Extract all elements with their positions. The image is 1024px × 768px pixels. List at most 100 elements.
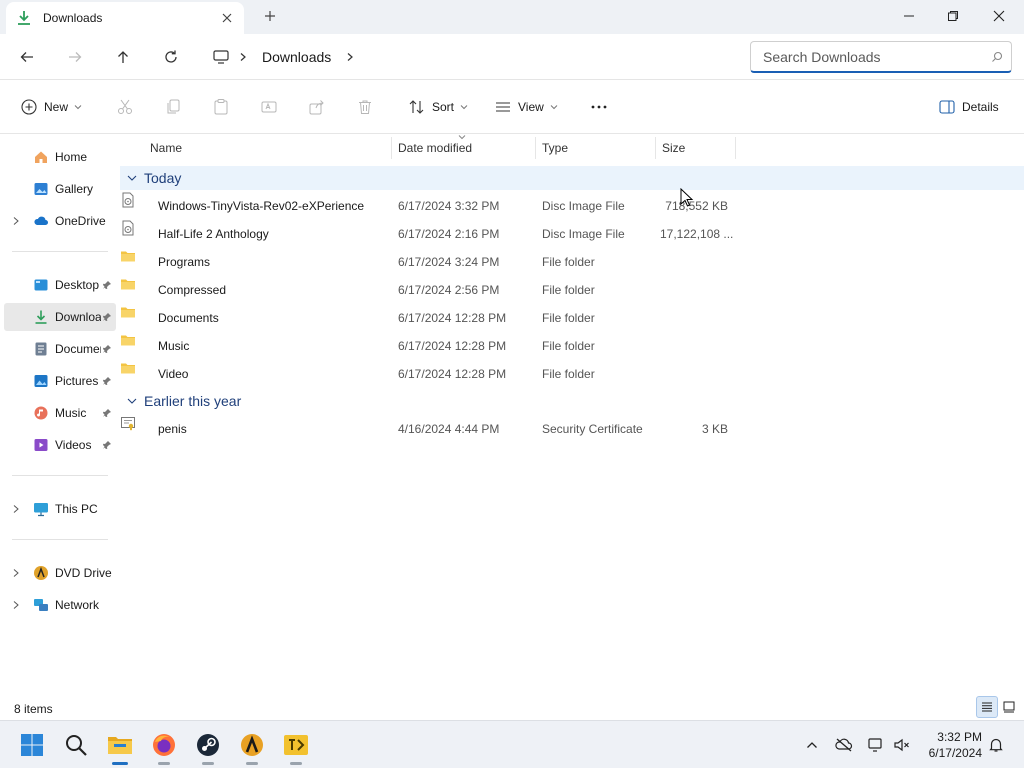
arrow-up-icon [118, 51, 128, 63]
file-row[interactable]: Programs 6/17/2024 3:24 PM File folder [120, 248, 1024, 276]
sidebar-item-this-pc[interactable]: This PC [0, 495, 118, 523]
paste-button[interactable] [212, 97, 230, 117]
file-row[interactable]: Video 6/17/2024 12:28 PM File folder [120, 360, 1024, 388]
sort-button[interactable]: Sort [408, 97, 468, 117]
maximize-button[interactable] [942, 6, 964, 26]
pin-icon[interactable] [102, 280, 112, 290]
breadcrumb[interactable]: Downloads [212, 46, 355, 68]
file-row[interactable]: Windows-TinyVista-Rev02-eXPerience 6/17/… [120, 192, 1024, 220]
group-header-earlier-this-year[interactable]: Earlier this year [120, 389, 241, 413]
column-header-type[interactable]: Type [542, 135, 568, 161]
column-divider[interactable] [735, 137, 736, 159]
sidebar-item-dvd-drive[interactable]: DVD Drive ( [0, 559, 118, 587]
column-divider[interactable] [535, 137, 536, 159]
folder-icon [121, 363, 135, 374]
details-pane-button[interactable]: Details [938, 97, 999, 117]
chevron-right-icon[interactable] [10, 215, 22, 227]
speaker-muted-icon [894, 738, 909, 752]
forward-button[interactable] [65, 47, 85, 67]
copy-button[interactable] [164, 97, 182, 117]
refresh-icon [165, 50, 177, 63]
restore-icon [948, 11, 958, 21]
pin-icon[interactable] [102, 312, 112, 322]
file-row[interactable]: Compressed 6/17/2024 2:56 PM File folder [120, 276, 1024, 304]
search-box[interactable] [750, 41, 1012, 73]
folder-icon [121, 335, 135, 346]
column-divider[interactable] [655, 137, 656, 159]
sidebar-item-gallery[interactable]: Gallery [0, 175, 118, 203]
tiles-view-toggle[interactable] [998, 696, 1020, 718]
volume-tray-button[interactable] [892, 735, 912, 755]
network-tray-button[interactable] [866, 735, 886, 755]
refresh-button[interactable] [161, 47, 181, 67]
running-indicator [246, 762, 258, 765]
pin-icon[interactable] [102, 376, 112, 386]
group-header-today[interactable]: Today [120, 166, 1024, 190]
share-icon [309, 100, 324, 115]
more-options-button[interactable] [590, 97, 608, 117]
back-button[interactable] [17, 47, 37, 67]
minimize-button[interactable] [898, 6, 920, 26]
sidebar-item-videos[interactable]: Videos [0, 431, 118, 459]
file-list: Name Date modified Type Size Today Windo… [120, 135, 1024, 695]
pin-icon[interactable] [102, 408, 112, 418]
up-button[interactable] [113, 47, 133, 67]
taskbar-firefox[interactable] [148, 729, 180, 765]
details-view-toggle[interactable] [976, 696, 998, 718]
close-button[interactable] [988, 6, 1010, 26]
pin-icon[interactable] [102, 440, 112, 450]
file-row[interactable]: Half-Life 2 Anthology 6/17/2024 2:16 PM … [120, 220, 1024, 248]
breadcrumb-downloads[interactable]: Downloads [262, 49, 331, 65]
sidebar-item-onedrive[interactable]: OneDrive [0, 207, 118, 235]
file-row[interactable]: Documents 6/17/2024 12:28 PM File folder [120, 304, 1024, 332]
sidebar-item-documents[interactable]: Documents [0, 335, 118, 363]
taskbar-archiver[interactable] [280, 729, 312, 765]
view-button[interactable]: View [494, 97, 558, 117]
chevron-right-icon[interactable] [10, 567, 22, 579]
show-hidden-icons-button[interactable] [802, 735, 822, 755]
chevron-down-icon [550, 105, 558, 110]
system-clock[interactable]: 3:32 PM 6/17/2024 [920, 729, 982, 761]
file-row[interactable]: penis 4/16/2024 4:44 PM Security Certifi… [120, 415, 1024, 443]
column-divider[interactable] [391, 137, 392, 159]
command-bar: New Sort View Details [0, 80, 1024, 134]
chevron-right-icon[interactable] [345, 52, 355, 62]
tab-downloads[interactable]: Downloads [6, 2, 244, 34]
close-tab-icon[interactable] [220, 11, 234, 25]
new-button[interactable]: New [20, 97, 82, 117]
file-row[interactable]: Music 6/17/2024 12:28 PM File folder [120, 332, 1024, 360]
sidebar-item-label: This PC [55, 502, 98, 516]
search-input[interactable] [763, 48, 991, 65]
onedrive-tray-button[interactable] [834, 735, 854, 755]
taskbar-half-life-2[interactable] [236, 729, 268, 765]
sidebar-item-home[interactable]: Home [0, 143, 118, 171]
delete-button[interactable] [356, 97, 374, 117]
column-header-name[interactable]: Name [150, 135, 182, 161]
chevron-right-icon[interactable] [10, 503, 22, 515]
new-tab-icon[interactable] [262, 8, 278, 24]
chevron-right-icon[interactable] [10, 599, 22, 611]
sidebar-item-pictures[interactable]: Pictures [0, 367, 118, 395]
share-button[interactable] [308, 97, 326, 117]
sidebar-item-label: Home [55, 150, 88, 164]
sidebar-item-desktop[interactable]: Desktop [0, 271, 118, 299]
taskbar-file-explorer[interactable] [104, 729, 136, 765]
notifications-button[interactable] [986, 735, 1006, 755]
sidebar-item-network[interactable]: Network [0, 591, 118, 619]
sort-icon [409, 100, 424, 114]
chevron-right-icon[interactable] [238, 52, 248, 62]
sidebar-item-downloads[interactable]: Downloads [4, 303, 116, 331]
cut-button[interactable] [116, 97, 134, 117]
sidebar-item-music[interactable]: Music [0, 399, 118, 427]
list-view-icon [496, 102, 510, 112]
pin-icon[interactable] [102, 344, 112, 354]
clipboard-icon [214, 99, 228, 115]
bell-icon [989, 738, 1003, 752]
network-status-icon [868, 738, 882, 752]
taskbar-steam[interactable] [192, 729, 224, 765]
start-button[interactable] [16, 729, 48, 761]
column-header-size[interactable]: Size [662, 135, 685, 161]
rename-button[interactable] [260, 97, 278, 117]
running-indicator [202, 762, 214, 765]
taskbar-search-button[interactable] [60, 729, 92, 761]
